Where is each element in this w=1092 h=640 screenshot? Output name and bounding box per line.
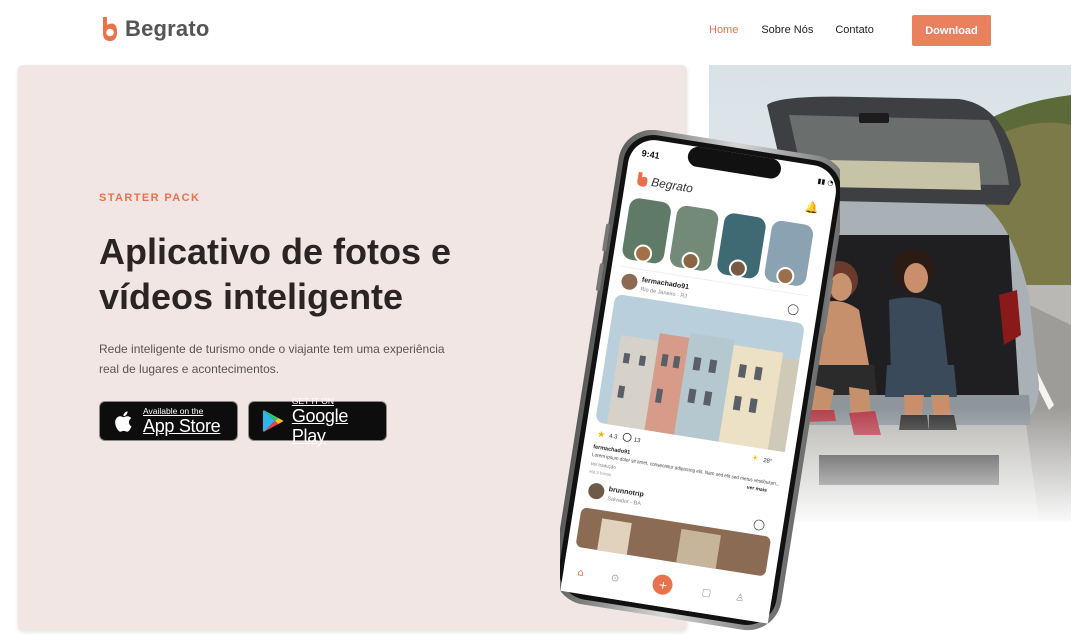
hero-title-line-1: Aplicativo de fotos e — [99, 231, 452, 272]
landing-page: Begrato Home Sobre Nós Contato Download … — [0, 0, 1092, 640]
wallet-icon[interactable]: ▢ — [701, 587, 712, 599]
app-store-small-text: Available on the — [143, 406, 204, 416]
main-nav: Home Sobre Nós Contato — [709, 24, 874, 36]
hero-description-line-1: Rede inteligente de turismo onde o viaja… — [99, 342, 445, 356]
star-icon[interactable]: ★ — [596, 430, 606, 441]
google-play-small-text: GET IT ON — [291, 396, 335, 406]
google-play-big-text: Google Play — [291, 406, 349, 446]
app-store-button[interactable]: Available on the App Store — [99, 401, 238, 441]
app-store-big-text: App Store — [143, 416, 221, 436]
hero-title-line-2: vídeos inteligente — [99, 276, 404, 317]
apple-icon — [115, 411, 132, 432]
nav-link-about[interactable]: Sobre Nós — [761, 24, 813, 36]
hero-title: Aplicativo de fotos e vídeos inteligente — [99, 229, 479, 319]
brand-name: Begrato — [125, 16, 210, 41]
hero-eyebrow: STARTER PACK — [99, 192, 201, 204]
nav-link-contact[interactable]: Contato — [835, 24, 874, 36]
nav-link-home[interactable]: Home — [709, 24, 738, 36]
phone-bell-icon[interactable]: 🔔 — [804, 200, 820, 215]
google-play-text: GET IT ON Google Play — [292, 396, 386, 446]
phone-mockup: 9:41 ▮▮ ◔ ▬ Begrato 🔔 fermachado91 Rio d… — [560, 130, 840, 631]
hero-description-line-2: real de lugares e acontecimentos. — [99, 362, 280, 376]
brand-logo-icon — [103, 17, 117, 41]
download-button[interactable]: Download — [912, 15, 991, 46]
profile-icon[interactable]: ♙ — [735, 592, 746, 604]
google-play-button[interactable]: GET IT ON Google Play — [248, 396, 387, 446]
google-play-icon — [262, 410, 284, 432]
brand-logo[interactable]: Begrato — [100, 16, 210, 42]
sun-icon: ☀ — [751, 453, 759, 463]
hero-description: Rede inteligente de turismo onde o viaja… — [99, 339, 469, 379]
map-pin-icon[interactable]: ⊙ — [610, 573, 620, 585]
app-store-text: Available on the App Store — [143, 406, 221, 436]
